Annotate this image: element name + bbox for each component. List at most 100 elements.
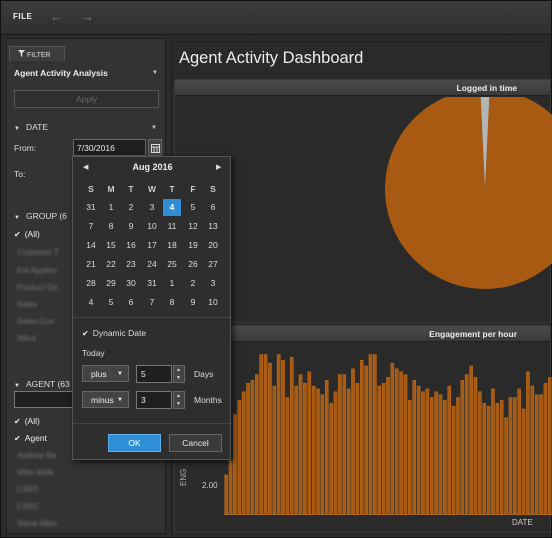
bar[interactable] xyxy=(368,354,373,515)
group-item[interactable]: Customer T xyxy=(17,248,59,257)
apply-button[interactable]: Apply xyxy=(14,90,159,108)
calendar-day[interactable]: 8 xyxy=(102,218,120,235)
agent-item[interactable]: Mike Walk xyxy=(17,468,54,477)
agent-item[interactable]: CSR2 xyxy=(17,502,38,511)
calendar-day[interactable]: 20 xyxy=(204,237,222,254)
calendar-day[interactable]: 13 xyxy=(204,218,222,235)
bar[interactable] xyxy=(303,382,307,515)
calendar-day[interactable]: 11 xyxy=(163,218,181,235)
calendar-day[interactable]: 2 xyxy=(122,199,140,216)
bar[interactable] xyxy=(316,388,320,515)
calendar-day[interactable]: 10 xyxy=(204,294,222,311)
calendar-day[interactable]: 7 xyxy=(82,218,100,235)
bar[interactable] xyxy=(438,394,443,515)
group-item[interactable]: Kel Applies xyxy=(17,266,57,275)
bar[interactable] xyxy=(394,368,399,515)
bar[interactable] xyxy=(298,374,303,515)
group-item[interactable]: Sales xyxy=(17,300,37,309)
bar[interactable] xyxy=(241,391,246,515)
bar[interactable] xyxy=(285,397,290,515)
bar[interactable] xyxy=(324,380,329,515)
calendar-day[interactable]: 1 xyxy=(163,275,181,292)
agent-checkbox[interactable]: ✔ Agent xyxy=(14,433,47,443)
calendar-day[interactable]: 3 xyxy=(204,275,222,292)
calendar-day[interactable]: 3 xyxy=(143,199,161,216)
calendar-day[interactable]: 29 xyxy=(102,275,120,292)
bar[interactable] xyxy=(508,397,513,515)
bar[interactable] xyxy=(338,374,342,515)
bar[interactable] xyxy=(311,385,316,515)
calendar-day[interactable]: 26 xyxy=(184,256,202,273)
bar[interactable] xyxy=(425,388,430,515)
bar[interactable] xyxy=(526,371,530,515)
spin-up-icon[interactable]: ▲ xyxy=(176,367,181,373)
bar[interactable] xyxy=(333,391,338,515)
bar[interactable] xyxy=(233,414,237,515)
bar[interactable] xyxy=(403,374,408,515)
bar[interactable] xyxy=(482,403,487,515)
bar[interactable] xyxy=(294,385,298,515)
bar[interactable] xyxy=(517,388,521,515)
bar[interactable] xyxy=(381,382,386,515)
bar[interactable] xyxy=(412,380,417,515)
bar[interactable] xyxy=(329,403,333,515)
calendar-day[interactable]: 17 xyxy=(143,237,161,254)
calendar-day[interactable]: 22 xyxy=(102,256,120,273)
calendar-day[interactable]: 23 xyxy=(122,256,140,273)
chevron-down-icon[interactable]: ▼ xyxy=(151,125,157,131)
bar[interactable] xyxy=(421,391,425,515)
back-arrow-icon[interactable]: ← xyxy=(50,9,63,24)
months-spinner[interactable]: ▲ ▼ xyxy=(173,391,185,409)
bar[interactable] xyxy=(289,357,294,515)
forward-arrow-icon[interactable]: → xyxy=(81,9,94,24)
bar[interactable] xyxy=(447,385,452,515)
bar[interactable] xyxy=(548,377,552,515)
bar[interactable] xyxy=(539,394,543,515)
plus-minus-select[interactable]: plus ▼ xyxy=(82,365,129,382)
calendar-day[interactable]: 4 xyxy=(82,294,100,311)
calendar-day[interactable]: 1 xyxy=(102,199,120,216)
calendar-day[interactable]: 6 xyxy=(204,199,222,216)
agent-item[interactable]: Steve Allen xyxy=(17,519,57,528)
bar[interactable] xyxy=(534,394,539,515)
bar[interactable] xyxy=(456,397,460,515)
bar[interactable] xyxy=(460,380,465,515)
bar[interactable] xyxy=(530,385,535,515)
bar[interactable] xyxy=(259,354,263,515)
calendar-day[interactable]: 21 xyxy=(82,256,100,273)
calendar-day[interactable]: 24 xyxy=(143,256,161,273)
pie-slice[interactable] xyxy=(385,97,552,289)
calendar-day[interactable]: 8 xyxy=(163,294,181,311)
bar[interactable] xyxy=(451,405,456,515)
group-section-header[interactable]: ▼ GROUP (6 xyxy=(14,211,67,221)
filter-tab[interactable]: FILTER xyxy=(9,46,65,61)
bar[interactable] xyxy=(351,368,355,515)
bar[interactable] xyxy=(250,380,255,515)
agent-section-header[interactable]: ▼ AGENT (63 xyxy=(14,379,70,389)
file-menu[interactable]: FILE xyxy=(13,12,32,21)
bar[interactable] xyxy=(504,417,508,515)
calendar-day[interactable]: 9 xyxy=(122,218,140,235)
bar[interactable] xyxy=(543,382,548,515)
bar[interactable] xyxy=(443,400,447,515)
next-month-icon[interactable]: ▶ xyxy=(216,163,221,171)
agent-item[interactable]: Andrew Ba xyxy=(17,451,56,460)
bar[interactable] xyxy=(469,365,473,515)
group-item[interactable]: Product Ge xyxy=(17,283,57,292)
bar[interactable] xyxy=(377,385,382,515)
group-item[interactable]: Sales Coo xyxy=(17,317,54,326)
calendar-day[interactable]: 7 xyxy=(143,294,161,311)
calendar-day[interactable]: 19 xyxy=(184,237,202,254)
calendar-day[interactable]: 16 xyxy=(122,237,140,254)
plus-minus-select[interactable]: minus ▼ xyxy=(82,391,129,408)
bar[interactable] xyxy=(464,374,469,515)
cancel-button[interactable]: Cancel xyxy=(169,434,222,452)
calendar-day[interactable]: 12 xyxy=(184,218,202,235)
bar[interactable] xyxy=(364,365,368,515)
calendar-day[interactable]: 5 xyxy=(184,199,202,216)
calendar-day[interactable]: 27 xyxy=(204,256,222,273)
bar[interactable] xyxy=(276,354,281,515)
bar[interactable] xyxy=(373,354,377,515)
bar[interactable] xyxy=(491,388,495,515)
agent-item[interactable]: CSR3 xyxy=(17,485,38,494)
